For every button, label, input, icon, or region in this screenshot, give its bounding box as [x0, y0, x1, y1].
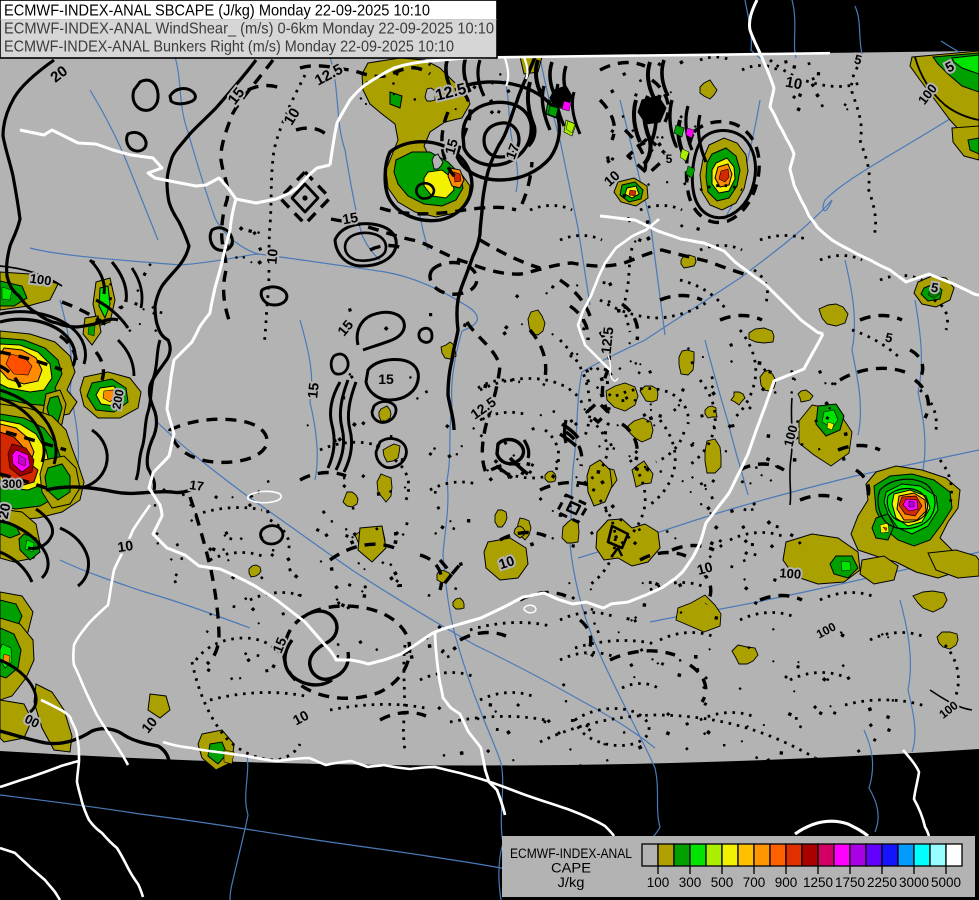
svg-text:15: 15	[341, 209, 359, 227]
svg-text:3000: 3000	[899, 875, 929, 890]
svg-text:300: 300	[2, 477, 22, 491]
svg-text:ECMWF-INDEX-ANAL SBCAPE (J/kg): ECMWF-INDEX-ANAL SBCAPE (J/kg) Monday 22…	[4, 3, 430, 20]
svg-text:1250: 1250	[803, 875, 833, 890]
svg-text:10: 10	[263, 248, 280, 265]
svg-text:2250: 2250	[867, 875, 897, 890]
svg-text:500: 500	[711, 875, 734, 890]
svg-text:100: 100	[647, 875, 670, 890]
svg-text:10: 10	[784, 74, 803, 94]
svg-text:100: 100	[29, 271, 53, 289]
svg-text:12.5: 12.5	[598, 326, 617, 355]
svg-text:100: 100	[779, 565, 802, 581]
svg-text:10: 10	[116, 537, 134, 555]
svg-text:ECMWF-INDEX-ANAL WindShear_ (m: ECMWF-INDEX-ANAL WindShear_ (m/s) 0-6km …	[4, 21, 494, 38]
svg-text:15: 15	[378, 371, 394, 387]
svg-text:300: 300	[679, 875, 702, 890]
svg-text:ECMWF-INDEX-ANAL Bunkers Right: ECMWF-INDEX-ANAL Bunkers Right (m/s) Mon…	[4, 39, 454, 56]
svg-text:900: 900	[775, 875, 798, 890]
svg-text:1750: 1750	[835, 875, 865, 890]
svg-text:700: 700	[743, 875, 766, 890]
svg-text:ECMWF-INDEX-ANAL: ECMWF-INDEX-ANAL	[510, 846, 632, 861]
svg-text:5: 5	[666, 152, 673, 166]
svg-text:17: 17	[188, 477, 204, 494]
svg-text:J/kg: J/kg	[558, 875, 585, 890]
svg-text:5000: 5000	[931, 875, 961, 890]
svg-text:15: 15	[304, 382, 322, 399]
svg-text:CAPE: CAPE	[551, 861, 591, 876]
